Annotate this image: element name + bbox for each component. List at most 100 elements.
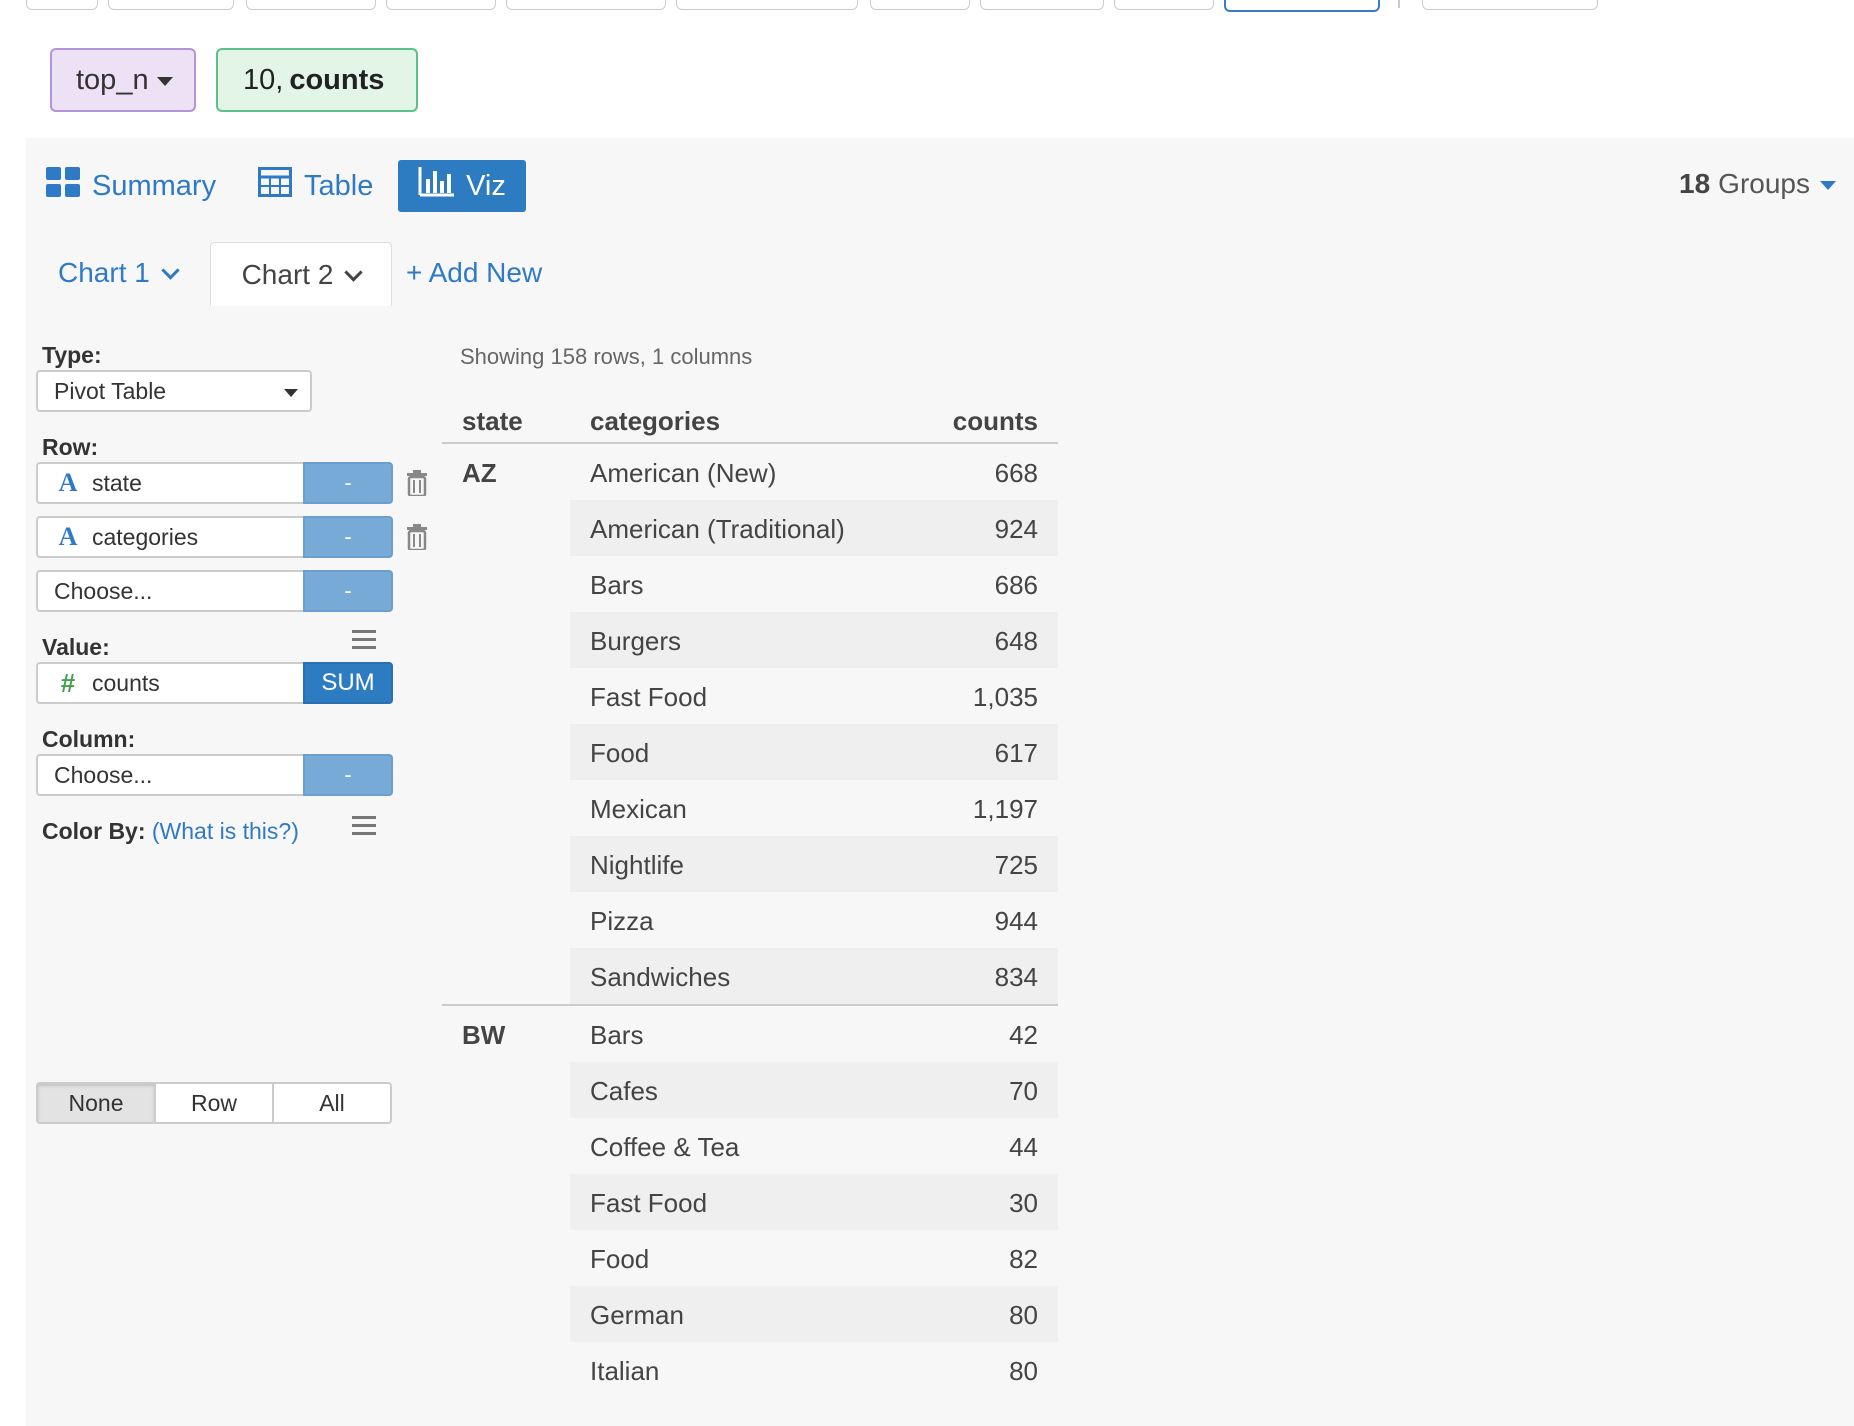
caret-down-icon <box>156 77 173 86</box>
category-cell: Food <box>590 1244 650 1274</box>
column-field-placeholder: Choose... <box>54 761 153 788</box>
count-cell: 944 <box>994 906 1038 936</box>
value-field-counts[interactable]: # counts <box>36 662 304 704</box>
count-cell: 924 <box>994 514 1038 544</box>
row-field-state[interactable]: A state <box>36 462 304 504</box>
text-type-icon: A <box>58 468 78 497</box>
type-label: Type: <box>42 342 102 368</box>
table-row: Nightlife 725 <box>442 836 1058 892</box>
top-tab-active[interactable] <box>1224 0 1380 12</box>
table-row: Fast Food 1,035 <box>442 668 1058 724</box>
top-tab[interactable] <box>980 0 1104 10</box>
sum-agg-button[interactable]: SUM <box>303 662 393 704</box>
tab-chart-2[interactable]: Chart 2 <box>210 242 392 307</box>
table-row: BW Bars 42 <box>442 1004 1058 1062</box>
top-tab[interactable] <box>386 0 496 10</box>
trash-icon[interactable] <box>406 470 428 498</box>
top-tab[interactable] <box>26 0 98 10</box>
colorby-all-option[interactable]: All <box>274 1084 390 1122</box>
table-row: Bars 686 <box>442 556 1058 612</box>
row-field-categories[interactable]: A categories <box>36 516 304 558</box>
row-count-summary: Showing 158 rows, 1 columns <box>460 344 753 369</box>
category-cell: Fast Food <box>590 682 708 712</box>
groups-dropdown[interactable]: 18 Groups <box>1679 168 1836 200</box>
table-icon <box>258 167 292 205</box>
chart-type-select[interactable]: Pivot Table <box>36 370 312 412</box>
category-cell: Fast Food <box>590 1188 708 1218</box>
colorby-none-option[interactable]: None <box>38 1084 156 1122</box>
top-tab[interactable] <box>246 0 376 10</box>
groups-label: Groups <box>1718 168 1810 199</box>
state-cell: BW <box>462 1020 506 1050</box>
row-field-name: categories <box>92 523 199 550</box>
row-field-name: state <box>92 469 142 496</box>
count-cell: 82 <box>1009 1244 1038 1274</box>
table-view-button[interactable]: Table <box>258 160 373 212</box>
argument-pill[interactable]: 10, counts <box>216 48 418 112</box>
table-row: Fast Food 30 <box>442 1174 1058 1230</box>
column-field-choose[interactable]: Choose... <box>36 754 304 796</box>
chevron-down-icon[interactable] <box>161 260 180 280</box>
header-counts[interactable]: counts <box>953 406 1038 437</box>
category-cell: German <box>590 1300 684 1330</box>
row-agg-button[interactable]: - <box>303 516 393 558</box>
count-cell: 834 <box>994 962 1038 992</box>
header-categories[interactable]: categories <box>590 406 720 437</box>
table-row: Italian 80 <box>442 1342 1058 1398</box>
table-row: Burgers 648 <box>442 612 1058 668</box>
category-cell: Nightlife <box>590 850 684 880</box>
top-tab[interactable] <box>676 0 858 10</box>
number-type-icon: # <box>60 667 76 698</box>
colorby-label-text: Color By: <box>42 818 146 844</box>
count-cell: 70 <box>1009 1076 1038 1106</box>
category-cell: American (New) <box>590 458 777 488</box>
column-agg-button[interactable]: - <box>303 754 393 796</box>
tab-chart-1[interactable]: Chart 1 <box>58 242 180 304</box>
colorby-label: Color By: (What is this?) <box>42 818 299 845</box>
tab-chart-1-label: Chart 1 <box>58 257 150 288</box>
function-pill[interactable]: top_n <box>50 48 196 112</box>
table-label: Table <box>304 169 374 202</box>
bar-chart-icon <box>418 167 455 205</box>
colorby-row-option[interactable]: Row <box>156 1084 274 1122</box>
value-field-name: counts <box>92 669 160 696</box>
add-new-label: + Add New <box>406 257 543 288</box>
menu-icon[interactable] <box>352 816 376 836</box>
row-field-choose[interactable]: Choose... <box>36 570 304 612</box>
row-field-placeholder: Choose... <box>54 577 153 604</box>
groups-count: 18 <box>1679 168 1711 199</box>
summary-view-button[interactable]: Summary <box>46 160 216 212</box>
argument-column: counts <box>289 63 385 96</box>
top-tab[interactable] <box>870 0 970 10</box>
menu-icon[interactable] <box>352 630 376 650</box>
top-tab[interactable] <box>506 0 666 10</box>
row-agg-button[interactable]: - <box>303 462 393 504</box>
table-row: German 80 <box>442 1286 1058 1342</box>
table-row: Mexican 1,197 <box>442 780 1058 836</box>
category-cell: Coffee & Tea <box>590 1132 740 1162</box>
category-cell: Burgers <box>590 626 682 656</box>
table-row: American (Traditional) 924 <box>442 500 1058 556</box>
chevron-down-icon[interactable] <box>344 262 364 282</box>
category-cell: Food <box>590 738 650 768</box>
table-row: Coffee & Tea 44 <box>442 1118 1058 1174</box>
top-tab[interactable] <box>1422 0 1598 10</box>
argument-value: 10, <box>243 63 284 96</box>
table-row: Food 82 <box>442 1230 1058 1286</box>
category-cell: Italian <box>590 1356 660 1386</box>
trash-icon[interactable] <box>406 524 428 552</box>
count-cell: 686 <box>994 570 1038 600</box>
viz-view-button[interactable]: Viz <box>398 160 526 212</box>
count-cell: 668 <box>994 458 1038 488</box>
add-new-chart-button[interactable]: + Add New <box>406 242 542 304</box>
table-row: Food 617 <box>442 724 1058 780</box>
colorby-help-link[interactable]: (What is this?) <box>152 818 299 844</box>
category-cell: Cafes <box>590 1076 658 1106</box>
top-tab[interactable] <box>1114 0 1214 10</box>
row-label: Row: <box>42 434 99 460</box>
value-label: Value: <box>42 634 110 660</box>
row-agg-button[interactable]: - <box>303 570 393 612</box>
top-tab[interactable] <box>108 0 234 10</box>
header-state[interactable]: state <box>462 406 523 437</box>
pivot-table: state categories counts AZ American (New)… <box>442 390 1058 1398</box>
